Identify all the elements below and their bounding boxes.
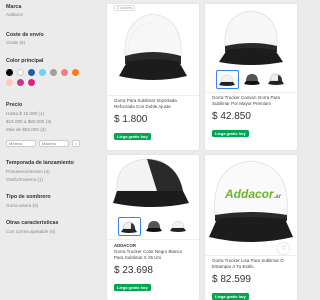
filter-shipping-option[interactable]: Gratis (6) — [6, 40, 25, 45]
filter-season-option[interactable]: Otoño/Invierno (1) — [6, 177, 43, 182]
free-shipping-badge: Llega gratis hoy — [212, 292, 249, 300]
colors-count-label: 2 colores — [114, 5, 136, 11]
product-brand: ADDACOR — [114, 243, 136, 248]
filter-season-title: Temporada de lanzamiento — [6, 160, 74, 166]
filter-price-title: Precio — [6, 102, 23, 108]
color-swatches — [6, 69, 86, 86]
product-thumbnails — [107, 217, 199, 236]
price-apply-button[interactable]: > — [72, 140, 80, 147]
color-swatch[interactable] — [50, 69, 57, 76]
thumbnail-black-cap[interactable] — [242, 70, 263, 87]
product-card[interactable]: 2 colores Gorra Para Sublimar Importada … — [107, 4, 199, 150]
product-image[interactable] — [107, 4, 199, 92]
filter-color-title: Color principal — [6, 58, 44, 64]
color-swatch[interactable] — [6, 79, 13, 86]
color-swatch[interactable] — [17, 69, 24, 76]
filter-brand-title: Marca — [6, 4, 22, 10]
product-card[interactable]: ADDACOR Gorra Trucker Color Negro Blanco… — [107, 155, 199, 300]
free-shipping-badge: Llega gratis hoy — [212, 129, 249, 137]
thumbnail-black-cap[interactable] — [144, 217, 165, 234]
color-swatch[interactable] — [72, 69, 79, 76]
filter-price-option[interactable]: Hasta $ 15.000 (1) — [6, 111, 44, 116]
color-swatch[interactable] — [28, 69, 35, 76]
filter-brand-option[interactable]: Addacor — [6, 12, 23, 17]
product-title[interactable]: Gorra Trucker Lisa Para Sublimar O Estam… — [212, 258, 290, 270]
free-shipping-badge: Llega gratis hoy — [114, 283, 151, 291]
product-title[interactable]: Gorra Trucker Color Negro Blanco Para Su… — [114, 249, 192, 261]
addacor-logo: Addacor.ar — [225, 187, 282, 201]
filter-price-option[interactable]: $15.000 a $80.000 (3) — [6, 119, 51, 124]
filter-shipping-title: Coste de envío — [6, 32, 44, 38]
filter-other-option[interactable]: Con correa ajustable (6) — [6, 229, 55, 234]
color-swatch[interactable] — [6, 69, 13, 76]
favorite-heart-icon[interactable]: ♡ — [278, 243, 289, 254]
free-shipping-badge: Llega gratis hoy — [114, 132, 151, 140]
color-swatch[interactable] — [61, 69, 68, 76]
thumbnail-mesh-cap[interactable] — [117, 217, 141, 236]
product-title[interactable]: Gorra Para Sublimar Importada Reforzada … — [114, 98, 192, 110]
filter-price-option[interactable]: Más de $80.000 (3) — [6, 127, 46, 132]
price-max-input[interactable] — [39, 140, 69, 147]
filter-hat-type-option[interactable]: Gorra visera (6) — [6, 203, 38, 208]
product-image[interactable] — [107, 155, 199, 215]
price-min-input[interactable] — [6, 140, 36, 147]
filter-other-title: Otras características — [6, 220, 59, 226]
thumbnail-white-cap[interactable] — [168, 217, 189, 234]
price-range-inputs: > — [6, 140, 80, 147]
thumbnail-mesh-cap[interactable] — [266, 70, 287, 87]
product-price: $ 23.698 — [114, 264, 153, 276]
product-card[interactable]: Addacor.ar ♡ Gorra Trucker Lisa Para Sub… — [205, 155, 297, 300]
color-swatch[interactable] — [28, 79, 35, 86]
product-card[interactable]: Gorra Trucker Camion Gorra Para Sublimar… — [205, 4, 297, 150]
filter-hat-type-title: Tipo de sombrero — [6, 194, 51, 200]
filter-season-option[interactable]: Primavera/Verano (4) — [6, 169, 50, 174]
product-thumbnails — [205, 70, 297, 89]
thumbnail-white-cap[interactable] — [215, 70, 239, 89]
product-image[interactable]: Addacor.ar — [205, 155, 297, 247]
filters-sidebar: Marca Addacor Coste de envío Gratis (6) … — [0, 0, 96, 300]
product-title[interactable]: Gorra Trucker Camion Gorra Para Sublimar… — [212, 95, 290, 107]
color-swatch[interactable] — [17, 79, 24, 86]
product-price: $ 1.800 — [114, 113, 148, 125]
product-price: $ 42.850 — [212, 110, 251, 122]
product-price: $ 82.599 — [212, 273, 251, 285]
product-image[interactable] — [205, 4, 297, 68]
color-swatch[interactable] — [39, 69, 46, 76]
